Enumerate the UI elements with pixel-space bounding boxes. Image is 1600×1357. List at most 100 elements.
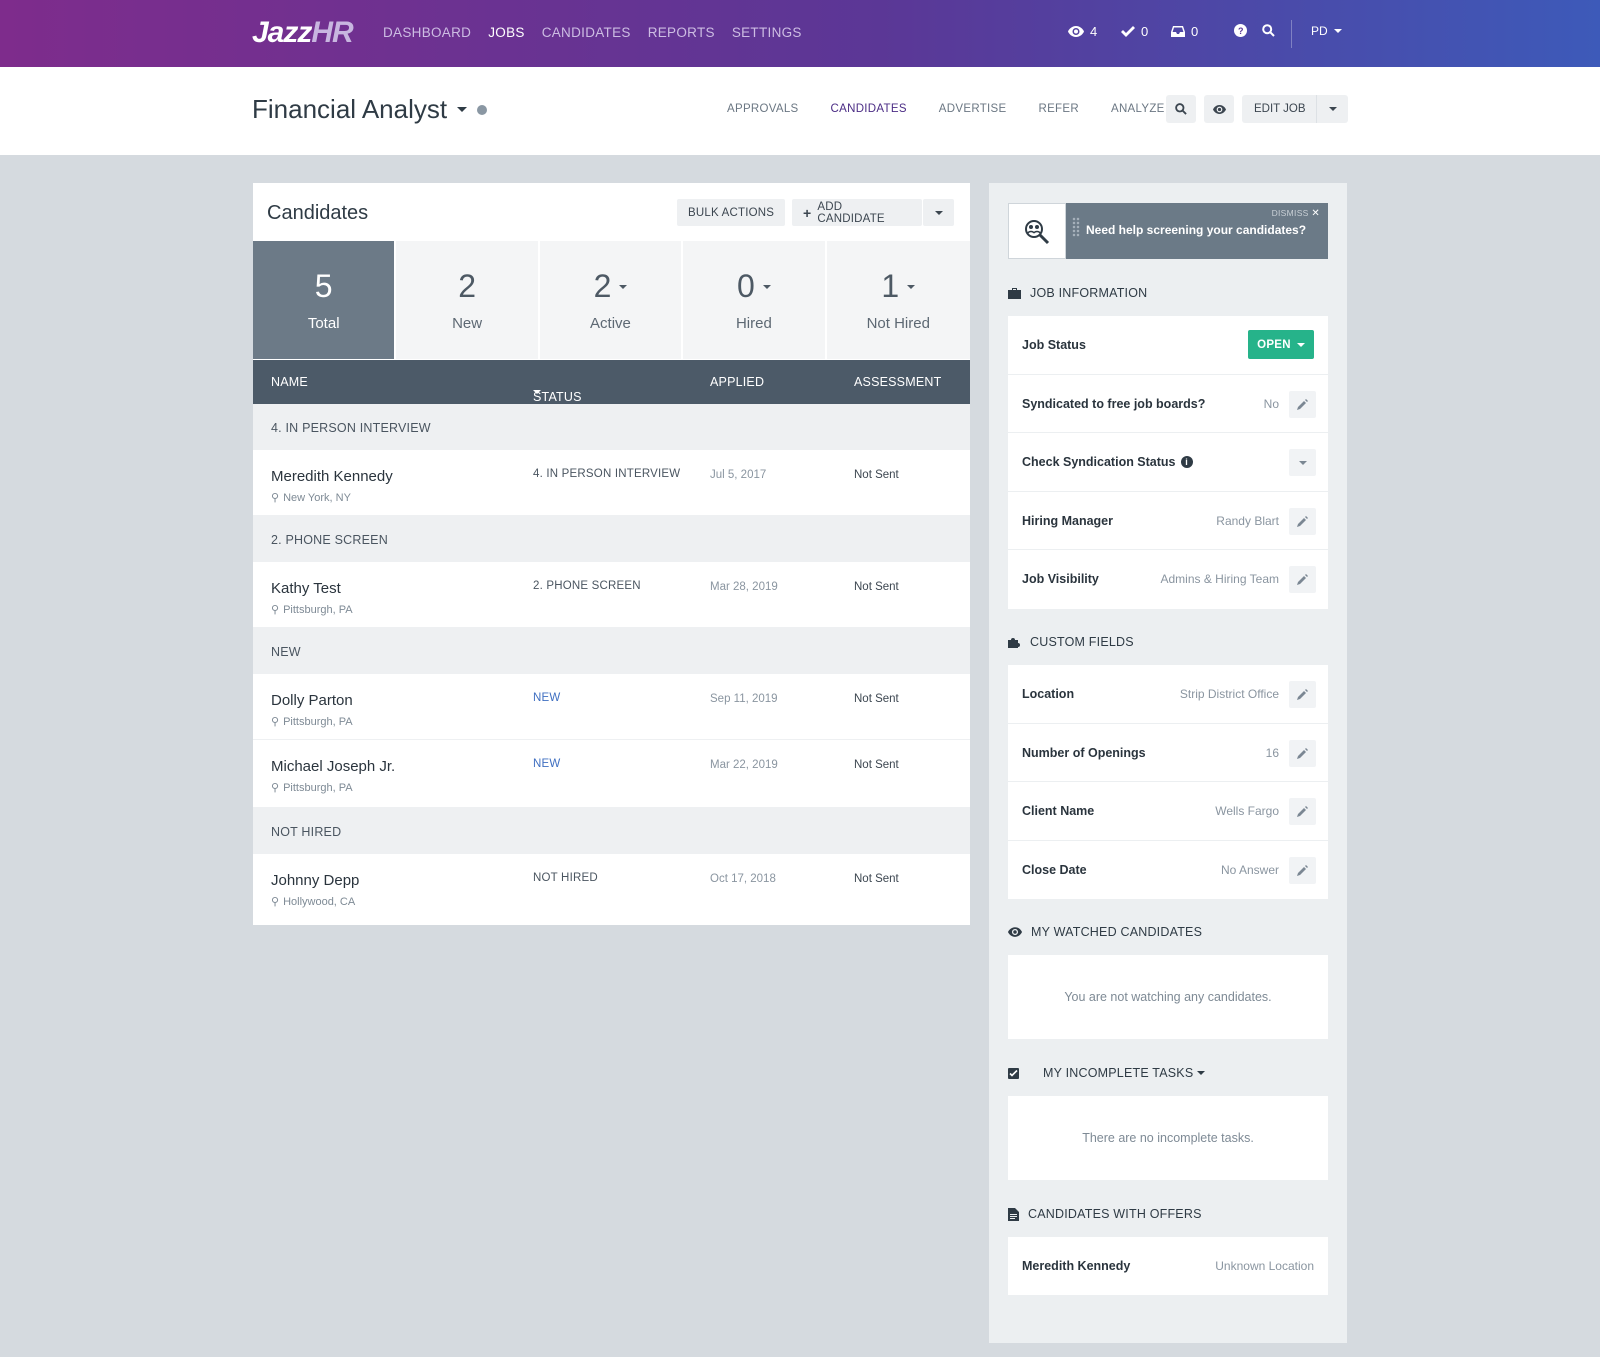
stat-hired[interactable]: 0 Hired <box>683 241 827 359</box>
watch-counter[interactable]: 4 <box>1068 24 1097 39</box>
edit-button[interactable] <box>1289 798 1316 826</box>
nav-reports[interactable]: REPORTS <box>648 25 715 40</box>
magnifier-people-icon <box>1025 220 1050 245</box>
candidate-name[interactable]: Dolly Parton <box>271 692 353 709</box>
bulk-actions-button[interactable]: BULK ACTIONS <box>677 199 786 226</box>
stat-value: 5 <box>314 268 333 304</box>
column-name[interactable]: NAME <box>271 375 308 389</box>
edit-button[interactable] <box>1289 507 1316 535</box>
stat-new[interactable]: 2 New <box>396 241 540 359</box>
expand-button[interactable] <box>1289 449 1316 477</box>
incomplete-tasks-card: There are no incomplete tasks. <box>1008 1096 1328 1180</box>
candidate-status: NEW <box>533 692 561 704</box>
nav-candidates[interactable]: CANDIDATES <box>542 25 631 40</box>
stat-label: Not Hired <box>866 315 930 332</box>
drag-handle-icon[interactable] <box>1072 217 1080 237</box>
tab-analyze[interactable]: ANALYZE <box>1111 103 1165 115</box>
job-title-dropdown[interactable]: Financial Analyst <box>252 94 488 125</box>
user-menu[interactable]: PD <box>1311 24 1342 38</box>
stat-total[interactable]: 5 Total <box>253 241 397 359</box>
field-value: Admins & Hiring Team <box>1160 572 1280 587</box>
location-text: Hollywood, CA <box>283 895 356 908</box>
logo-main-text: Jazz <box>252 16 312 49</box>
applied-date: Jul 5, 2017 <box>710 469 767 481</box>
edit-button[interactable] <box>1289 681 1316 708</box>
screening-help-banner[interactable]: Need help screening your candidates? DIS… <box>1008 203 1328 259</box>
section-title: CUSTOM FIELDS <box>1030 635 1134 649</box>
edit-button[interactable] <box>1289 566 1316 594</box>
jazzhr-logo[interactable]: JazzHR <box>252 16 354 50</box>
dismiss-button[interactable]: DISMISS ✕ <box>1272 208 1320 219</box>
offer-candidate-name[interactable]: Meredith Kennedy <box>1022 1259 1130 1273</box>
candidate-location: ⚲ Pittsburgh, PA <box>271 715 353 729</box>
candidate-name[interactable]: Johnny Depp <box>271 872 359 889</box>
stat-label: Hired <box>735 315 772 332</box>
pencil-icon <box>1297 806 1308 818</box>
candidate-status: NOT HIRED <box>533 872 598 884</box>
candidate-name[interactable]: Michael Joseph Jr. <box>271 758 395 775</box>
close-icon: ✕ <box>1311 208 1320 219</box>
applied-date: Mar 28, 2019 <box>710 581 778 593</box>
field-label: Syndicated to free job boards? <box>1022 396 1206 411</box>
tab-advertise[interactable]: ADVERTISE <box>939 103 1007 115</box>
location-text: Pittsburgh, PA <box>283 715 353 728</box>
job-preview-button[interactable] <box>1204 95 1234 123</box>
tab-refer[interactable]: REFER <box>1038 103 1078 115</box>
location-field: Location Strip District Office <box>1008 665 1328 724</box>
hiring-manager-field: Hiring Manager Randy Blart <box>1008 492 1328 551</box>
empty-message: There are no incomplete tasks. <box>1082 1131 1254 1145</box>
add-candidate-dropdown[interactable] <box>923 199 954 226</box>
tab-approvals[interactable]: APPROVALS <box>727 103 799 115</box>
tab-candidates[interactable]: CANDIDATES <box>831 103 907 115</box>
nav-dashboard[interactable]: DASHBOARD <box>383 25 471 40</box>
add-candidate-label: ADD CANDIDATE <box>817 200 885 225</box>
info-icon[interactable] <box>477 104 488 115</box>
column-assessment[interactable]: ASSESSMENT <box>854 375 941 389</box>
logo-accent-text: HR <box>311 16 353 49</box>
table-row[interactable]: Johnny Depp ⚲ Hollywood, CA NOT HIRED Oct… <box>253 854 970 920</box>
table-row[interactable]: Dolly Parton ⚲ Pittsburgh, PA NEW Sep 11,… <box>253 674 970 740</box>
add-candidate-button[interactable]: + ADD CANDIDATE <box>792 199 922 226</box>
help-button[interactable]: ? <box>1234 24 1247 37</box>
job-search-button[interactable] <box>1166 95 1196 123</box>
assessment-status: Not Sent <box>854 873 899 885</box>
eye-icon <box>1068 26 1084 37</box>
job-status-field: Job Status OPEN <box>1008 316 1328 375</box>
stat-active[interactable]: 2 Active <box>539 241 684 359</box>
stat-not-hired[interactable]: 1 Not Hired <box>826 241 970 359</box>
banner-text: Need help screening your candidates? <box>1086 223 1307 237</box>
section-title: JOB INFORMATION <box>1030 286 1148 300</box>
candidate-status: 2. PHONE SCREEN <box>533 580 641 592</box>
section-title: CANDIDATES WITH OFFERS <box>1028 1207 1202 1221</box>
edit-button[interactable] <box>1289 739 1316 767</box>
map-pin-icon: ⚲ <box>271 492 280 504</box>
info-icon[interactable]: i <box>1180 456 1193 469</box>
candidate-name[interactable]: Meredith Kennedy <box>271 468 393 485</box>
table-row[interactable]: Michael Joseph Jr. ⚲ Pittsburgh, PA NEW M… <box>253 740 970 808</box>
edit-button[interactable] <box>1289 856 1316 884</box>
tasks-dropdown[interactable]: MY INCOMPLETE TASKS <box>1043 1066 1206 1080</box>
inbox-counter[interactable]: 0 <box>1171 24 1198 39</box>
edit-job-dropdown[interactable] <box>1317 107 1348 111</box>
column-applied[interactable]: APPLIED <box>710 375 764 389</box>
nav-divider <box>1291 20 1292 48</box>
edit-button[interactable] <box>1289 390 1316 418</box>
offer-item[interactable]: Meredith Kennedy Unknown Location <box>1008 1237 1328 1296</box>
table-row[interactable]: Meredith Kennedy ⚲ New York, NY 4. IN PER… <box>253 450 970 516</box>
edit-job-button[interactable]: EDIT JOB <box>1242 103 1316 115</box>
tasks-counter[interactable]: 0 <box>1121 24 1148 39</box>
candidate-name[interactable]: Kathy Test <box>271 580 341 597</box>
job-status-dropdown[interactable]: OPEN <box>1248 330 1314 359</box>
global-search-button[interactable] <box>1262 24 1275 37</box>
field-label: Job Visibility <box>1022 572 1099 587</box>
eye-icon <box>1008 927 1022 937</box>
chevron-down-icon <box>533 390 541 394</box>
nav-settings[interactable]: SETTINGS <box>732 25 802 40</box>
check-syndication-field: Check Syndication Status i <box>1008 433 1328 492</box>
table-row[interactable]: Kathy Test ⚲ Pittsburgh, PA 2. PHONE SCRE… <box>253 562 970 628</box>
pencil-icon <box>1297 747 1308 759</box>
job-visibility-field: Job Visibility Admins & Hiring Team <box>1008 550 1328 609</box>
stat-value: 2 <box>458 268 476 304</box>
nav-jobs[interactable]: JOBS <box>488 25 524 40</box>
syndicated-field: Syndicated to free job boards? No <box>1008 375 1328 434</box>
